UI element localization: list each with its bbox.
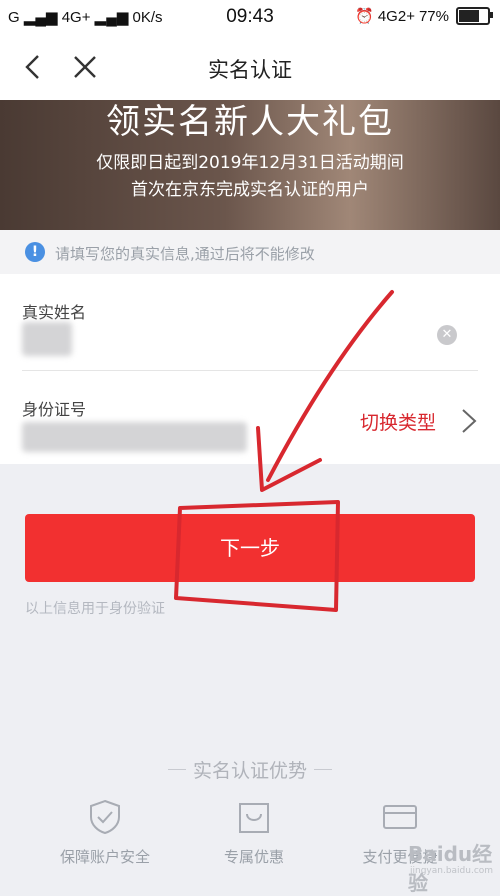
identity-form: 真实姓名 ✕ 身份证号 切换类型	[0, 274, 500, 464]
chevron-right-icon[interactable]	[460, 408, 478, 434]
card-icon	[383, 805, 417, 829]
advantage-item-security: 保障账户安全	[45, 798, 165, 867]
next-hint: 以上信息用于身份验证	[25, 601, 165, 617]
next-step-button[interactable]: 下一步	[25, 514, 475, 582]
name-label: 真实姓名	[22, 303, 87, 322]
advantage-item-discount: 专属优惠	[194, 798, 314, 867]
switch-type-button[interactable]: 切换类型	[360, 408, 436, 435]
advantages-title: 实名认证优势	[192, 760, 307, 782]
network-right-label: 4G2+	[377, 7, 415, 25]
shield-icon	[90, 799, 120, 835]
battery-level	[459, 10, 480, 22]
info-notice: ! 请填写您的真实信息,通过后将不能修改	[0, 230, 500, 274]
advantage-label: 保障账户安全	[59, 848, 150, 866]
status-right: ⏰ 4G2+ 77%	[355, 7, 493, 25]
watermark-url: jingyan.baidu.com	[410, 866, 494, 876]
id-input[interactable]	[22, 422, 247, 452]
field-divider	[22, 370, 478, 371]
info-icon: !	[25, 242, 45, 262]
name-input[interactable]	[22, 322, 72, 356]
alarm-icon: ⏰	[355, 8, 374, 25]
notice-text: 请填写您的真实信息,通过后将不能修改	[55, 245, 315, 263]
page-title: 实名认证	[208, 58, 292, 82]
promo-banner: 领实名新人大礼包 仅限即日起到2019年12月31日活动期间 首次在京东完成实名…	[0, 100, 500, 230]
id-label: 身份证号	[22, 400, 87, 419]
clear-icon[interactable]: ✕	[437, 325, 457, 345]
adv-divider-right	[314, 769, 332, 770]
banner-line2: 首次在京东完成实名认证的用户	[131, 180, 369, 200]
nav-bar: 实名认证	[0, 34, 500, 100]
status-bar: G ▂▄▆ 4G+ ▂▄▆ 0K/s 09:43 ⏰ 4G2+ 77%	[0, 0, 500, 34]
shopping-bag-icon	[239, 803, 269, 833]
banner-title: 领实名新人大礼包	[106, 102, 394, 142]
banner-line1: 仅限即日起到2019年12月31日活动期间	[96, 153, 404, 173]
battery-icon	[456, 7, 493, 25]
advantage-label: 专属优惠	[223, 848, 284, 866]
battery-label: 77%	[418, 7, 449, 25]
